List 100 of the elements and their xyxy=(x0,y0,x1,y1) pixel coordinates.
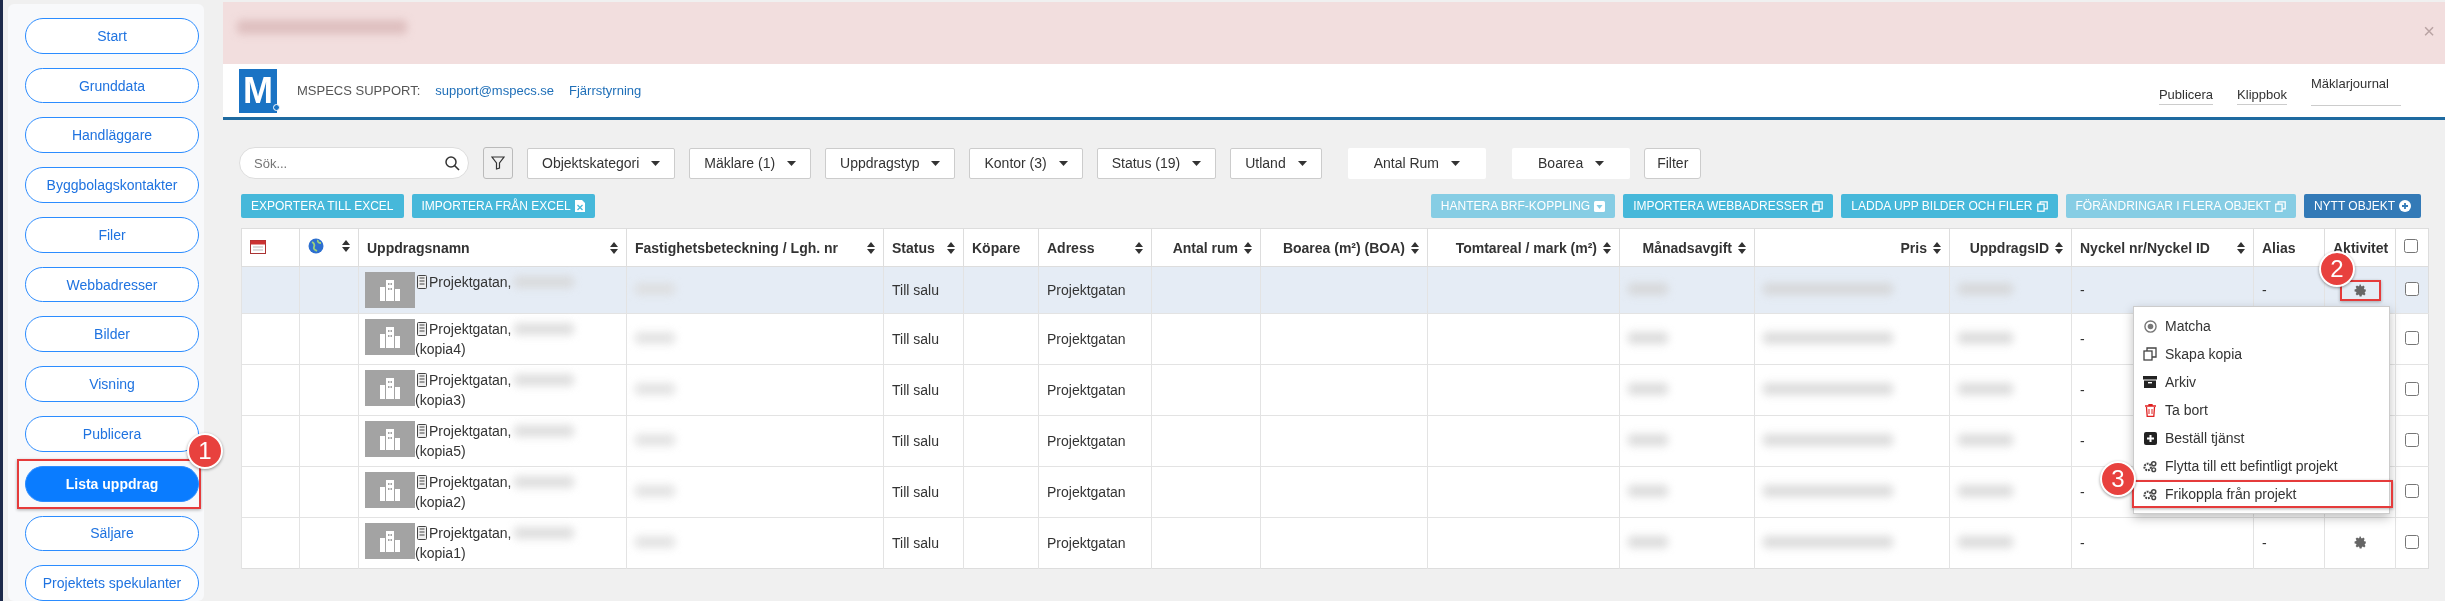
caret-icon xyxy=(931,160,941,166)
menu-item[interactable]: Matcha xyxy=(2134,312,2389,340)
sort-icon[interactable] xyxy=(342,240,350,252)
gear-icon[interactable] xyxy=(2353,283,2367,297)
sidebar-button[interactable]: Handläggare xyxy=(25,117,199,154)
dropdown[interactable]: Boarea xyxy=(1512,147,1631,179)
nav-link[interactable]: Mäklarjournal xyxy=(2310,75,2401,106)
address-text: Projektgatan xyxy=(1047,484,1126,500)
name-cell[interactable]: Projektgatan, (kopia2) xyxy=(358,466,627,518)
dropdown[interactable]: Antal Rum xyxy=(1347,147,1487,179)
menu-item[interactable]: Ta bort xyxy=(2134,396,2389,424)
building-icon xyxy=(377,279,403,301)
building-small-icon xyxy=(417,275,427,289)
sort-icon[interactable] xyxy=(947,241,955,254)
sidebar-button[interactable]: Lista uppdrag xyxy=(25,465,199,502)
dropdown[interactable]: Uppdragstyp xyxy=(825,147,956,179)
sidebar-button[interactable]: Bilder xyxy=(25,316,199,353)
email-link[interactable]: support@mspecs.se xyxy=(435,83,554,98)
dropdown[interactable]: Objektskategori xyxy=(527,147,676,179)
address-text: Projektgatan xyxy=(1047,382,1126,398)
key-text: - xyxy=(2080,282,2085,298)
caret-icon xyxy=(1192,160,1202,166)
name-cell[interactable]: Projektgatan, xyxy=(358,266,627,314)
checkbox[interactable] xyxy=(2405,483,2419,498)
redacted-text xyxy=(1958,383,2013,395)
checkbox[interactable] xyxy=(2405,381,2419,396)
plus-circle-icon xyxy=(2399,200,2411,212)
logo: M xyxy=(239,68,277,113)
sidebar-button[interactable]: Byggbolagskontakter xyxy=(25,167,199,203)
filter-button[interactable]: Filter xyxy=(1644,147,1702,179)
nav-link[interactable]: Publicera xyxy=(2158,86,2214,105)
dropdown[interactable]: Kontor (3) xyxy=(969,147,1083,179)
dropdown[interactable]: Status (19) xyxy=(1096,147,1217,179)
checkbox[interactable] xyxy=(2405,534,2419,549)
building-icon xyxy=(377,530,403,552)
project-name[interactable]: Projektgatan, xyxy=(429,370,512,390)
search-field[interactable]: Sök... xyxy=(239,147,469,179)
sort-icon[interactable] xyxy=(610,241,618,254)
sidebar-button[interactable]: Webbadresser xyxy=(25,266,199,303)
menu-item[interactable]: Beställ tjänst xyxy=(2134,424,2389,452)
search-input[interactable]: Sök... xyxy=(252,154,445,172)
project-name[interactable]: Projektgatan, xyxy=(429,523,512,543)
building-small-icon xyxy=(417,475,427,489)
menu-item[interactable]: Arkiv xyxy=(2134,368,2389,396)
sort-icon[interactable] xyxy=(1738,241,1746,254)
checkbox[interactable] xyxy=(2405,281,2419,296)
name-cell[interactable]: Projektgatan, (kopia3) xyxy=(358,364,627,416)
sort-icon[interactable] xyxy=(1603,241,1611,254)
building-icon xyxy=(377,326,403,348)
status-text: Till salu xyxy=(892,535,939,551)
column-header: UppdragsID xyxy=(1969,239,2049,256)
sidebar-button[interactable]: Publicera xyxy=(25,415,199,452)
nav-link[interactable]: Klippbok xyxy=(2237,86,2287,105)
menu-item[interactable]: Skapa kopia xyxy=(2134,340,2389,368)
key-text: - xyxy=(2080,331,2085,347)
name-cell[interactable]: Projektgatan, (kopia5) xyxy=(358,415,627,467)
redacted-text xyxy=(1958,485,2013,497)
checkbox[interactable] xyxy=(2405,432,2419,447)
menu-item[interactable]: Flytta till ett befintligt projekt xyxy=(2134,452,2389,480)
name-cell[interactable]: Projektgatan, (kopia1) xyxy=(358,517,627,569)
sidebar-button[interactable]: Projektets spekulanter xyxy=(25,565,199,601)
sort-icon[interactable] xyxy=(1411,241,1419,254)
menu-item-label: Flytta till ett befintligt projekt xyxy=(2165,458,2338,474)
dropdown[interactable]: Mäklare (1) xyxy=(689,147,812,179)
sort-icon[interactable] xyxy=(1933,241,1941,254)
sidebar-button[interactable]: Säljare xyxy=(25,515,199,552)
copy-label: (kopia2) xyxy=(415,493,467,512)
project-name[interactable]: Projektgatan, xyxy=(429,319,512,339)
sidebar-button[interactable]: Visning xyxy=(25,366,199,402)
search-icon xyxy=(445,155,460,171)
trash-icon xyxy=(2144,403,2156,417)
globe-icon xyxy=(308,238,324,254)
filter-button[interactable] xyxy=(483,147,513,179)
plus-square-icon xyxy=(2143,431,2157,445)
sidebar-button[interactable]: Start xyxy=(25,18,199,54)
caret-icon xyxy=(1451,160,1461,166)
redacted-text xyxy=(1628,485,1668,497)
project-name[interactable]: Projektgatan, xyxy=(429,421,512,441)
sidebar-button[interactable]: Grunddata xyxy=(25,67,199,104)
support-label: MSPECS SUPPORT: xyxy=(297,83,421,98)
caret-icon xyxy=(1297,160,1307,166)
gear-icon[interactable] xyxy=(2353,536,2367,549)
checkbox[interactable] xyxy=(2404,239,2418,253)
gears-icon xyxy=(2143,459,2157,473)
checkbox[interactable] xyxy=(2405,330,2419,345)
project-name[interactable]: Projektgatan, xyxy=(429,272,512,292)
remote-link[interactable]: Fjärrstyrning xyxy=(569,83,642,98)
sort-icon[interactable] xyxy=(2237,241,2245,254)
dropdown[interactable]: Utland xyxy=(1230,147,1322,179)
project-name[interactable]: Projektgatan, xyxy=(429,472,512,492)
sort-icon[interactable] xyxy=(867,241,875,254)
sidebar-button[interactable]: Filer xyxy=(25,216,199,253)
sort-icon[interactable] xyxy=(2055,241,2063,254)
copy-icon xyxy=(2274,200,2286,212)
name-cell[interactable]: Projektgatan, (kopia4) xyxy=(358,313,627,365)
sort-icon[interactable] xyxy=(1135,241,1143,254)
sort-icon[interactable] xyxy=(1244,241,1252,254)
archive-icon xyxy=(2143,376,2157,388)
action-button[interactable]: NYTT OBJEKT xyxy=(2303,194,2421,218)
menu-item[interactable]: Frikoppla från projekt xyxy=(2132,480,2393,508)
